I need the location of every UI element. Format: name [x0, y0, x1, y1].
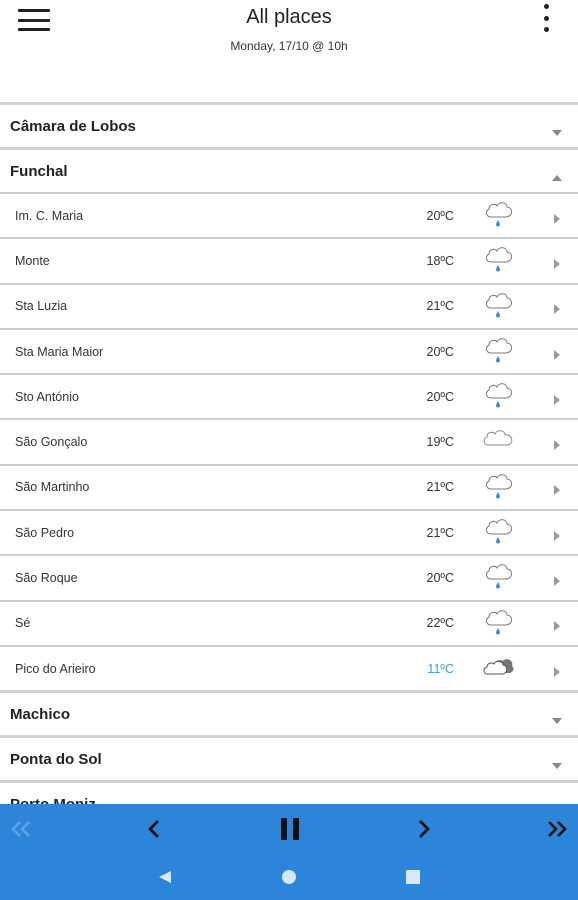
date-subtitle: Monday, 17/10 @ 10h	[230, 39, 348, 53]
group-header[interactable]: Funchal	[0, 147, 578, 192]
rain-cloud-icon	[482, 335, 516, 365]
place-name: Im. C. Maria	[15, 208, 84, 223]
place-row[interactable]: Im. C. Maria 20ºC	[0, 192, 578, 238]
rain-cloud-icon	[482, 471, 516, 501]
back-icon[interactable]	[156, 868, 174, 886]
rain-cloud-icon	[482, 244, 516, 274]
place-name: Sta Luzia	[15, 299, 68, 314]
chevron-right-icon[interactable]	[554, 618, 560, 632]
place-name: São Martinho	[15, 480, 90, 495]
rain-cloud-icon	[482, 607, 516, 637]
chevron-down-icon[interactable]	[552, 711, 562, 725]
chevron-right-icon[interactable]	[554, 392, 560, 405]
place-name: Pico do Arieiro	[15, 661, 96, 676]
group-name: Câmara de Lobos	[10, 117, 136, 135]
place-name: São Roque	[15, 571, 78, 586]
system-nav-bar	[0, 854, 578, 900]
group-name: Funchal	[10, 162, 68, 180]
place-row[interactable]: São Roque 20ºC	[0, 554, 578, 600]
place-temperature: 21ºC	[426, 480, 455, 495]
chevron-up-icon[interactable]	[552, 168, 562, 181]
chevron-down-icon[interactable]	[552, 123, 562, 136]
group-header[interactable]: Machico	[0, 690, 578, 736]
group-name: Machico	[10, 705, 71, 723]
home-icon[interactable]	[280, 868, 298, 886]
place-row[interactable]: São Gonçalo 19ºC	[0, 418, 578, 464]
places-list[interactable]: Câmara de Lobos Funchal Im. C. Maria 20ºC Mo…	[0, 102, 578, 804]
chevron-right-icon[interactable]	[554, 437, 560, 451]
place-row[interactable]: São Pedro 21ºC	[0, 509, 578, 555]
chevron-right-icon[interactable]	[554, 528, 560, 541]
rain-cloud-icon	[482, 290, 516, 320]
page-title: All places	[246, 6, 332, 28]
place-row[interactable]: Sta Luzia 21ºC	[0, 282, 578, 328]
rain-cloud-icon	[482, 199, 516, 229]
place-name: São Pedro	[15, 525, 75, 540]
pause-icon[interactable]	[278, 816, 302, 842]
group-header[interactable]: Câmara de Lobos	[0, 102, 578, 147]
place-row[interactable]: Sé 22ºC	[0, 599, 578, 645]
chevron-right-icon[interactable]	[554, 301, 560, 315]
place-row[interactable]: São Martinho 21ºC	[0, 463, 578, 510]
place-temperature: 20ºC	[426, 571, 455, 586]
place-name: Sta Maria Maior	[15, 344, 104, 359]
dark-cloud-icon	[482, 652, 516, 682]
group-name: Porto Moniz	[10, 796, 96, 804]
overflow-menu-icon[interactable]	[540, 4, 552, 32]
place-row[interactable]: Sta Maria Maior 20ºC	[0, 327, 578, 374]
place-temperature: 22ºC	[426, 616, 455, 631]
place-temperature: 20ºC	[426, 389, 455, 404]
app-bar: All places Monday, 17/10 @ 10h	[0, 0, 578, 102]
chevron-down-icon[interactable]	[552, 756, 562, 770]
place-temperature: 11ºC	[427, 661, 454, 676]
place-row[interactable]: Pico do Arieiro 11ºC	[0, 644, 578, 691]
recents-icon[interactable]	[404, 868, 422, 886]
place-row[interactable]: Sto António 20ºC	[0, 373, 578, 419]
place-temperature: 21ºC	[426, 525, 455, 540]
place-temperature: 20ºC	[426, 208, 455, 223]
group-name: Ponta do Sol	[10, 750, 102, 768]
next-icon[interactable]	[416, 816, 432, 842]
previous-icon[interactable]	[146, 816, 162, 842]
chevron-right-icon[interactable]	[554, 347, 560, 360]
player-controls	[0, 804, 578, 854]
rain-cloud-icon	[482, 516, 516, 546]
rain-cloud-icon	[482, 380, 516, 410]
place-temperature: 20ºC	[426, 344, 455, 359]
skip-forward-icon[interactable]	[544, 816, 570, 842]
chevron-right-icon[interactable]	[554, 664, 560, 677]
chevron-right-icon[interactable]	[554, 482, 560, 496]
cloud-icon	[482, 425, 516, 455]
place-temperature: 19ºC	[426, 435, 455, 450]
place-temperature: 18ºC	[426, 253, 455, 268]
group-header[interactable]: Ponta do Sol	[0, 735, 578, 781]
rain-cloud-icon	[482, 561, 516, 591]
place-name: Sé	[15, 616, 31, 631]
place-row[interactable]: Monte 18ºC	[0, 237, 578, 283]
chevron-right-icon[interactable]	[554, 211, 560, 224]
place-name: São Gonçalo	[15, 435, 88, 450]
place-temperature: 21ºC	[426, 299, 455, 314]
chevron-right-icon[interactable]	[554, 256, 560, 269]
place-name: Sto António	[15, 389, 79, 404]
chevron-right-icon[interactable]	[554, 573, 560, 587]
skip-back-icon[interactable]	[8, 816, 34, 842]
place-name: Monte	[15, 253, 50, 268]
group-header[interactable]: Porto Moniz	[0, 780, 578, 804]
